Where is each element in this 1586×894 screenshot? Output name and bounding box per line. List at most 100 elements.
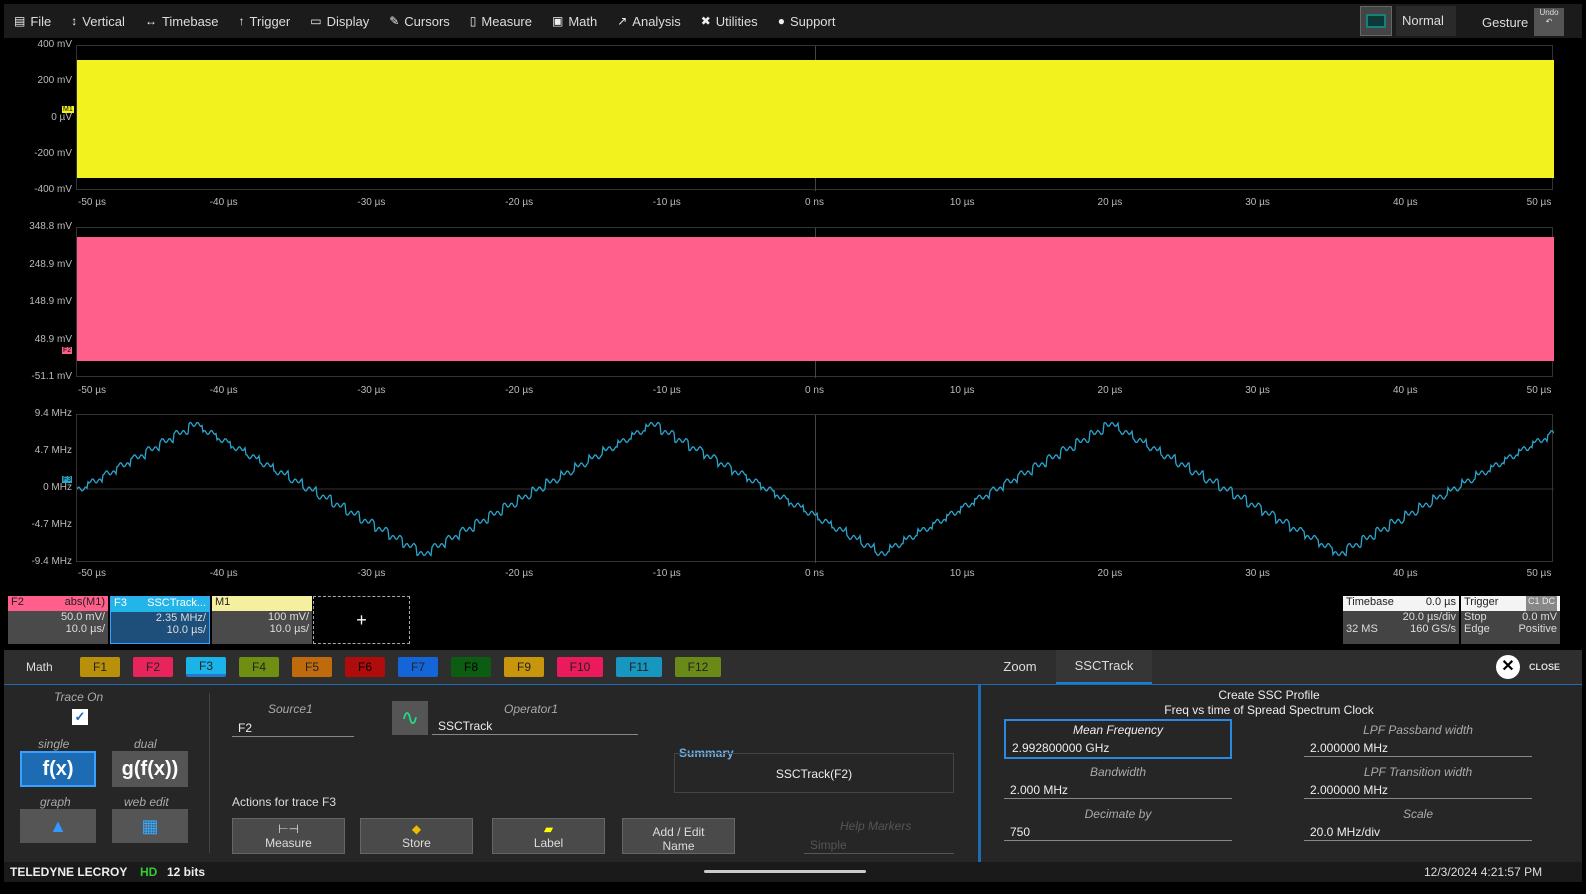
add-trace-button[interactable]: + — [313, 596, 410, 644]
math-tab-f2[interactable]: F2 — [133, 657, 173, 677]
source-select[interactable]: F2 — [232, 719, 354, 737]
descriptor-horizontal-scale: 10.0 µs/ — [269, 623, 309, 635]
x-tick-label: 50 µs — [1526, 385, 1552, 396]
store-icon: ◆ — [411, 822, 422, 836]
trigger-descriptor[interactable]: Trigger C1 DC Stop 0.0 mV Edge Positive — [1461, 596, 1560, 644]
datetime: 12/3/2024 4:21:57 PM — [1424, 865, 1543, 879]
y-tick-label: -400 mV — [34, 184, 72, 195]
math-tab-f1[interactable]: F1 — [80, 657, 120, 677]
menu-cursors[interactable]: ✎ Cursors — [379, 4, 460, 38]
ssc-field-bandwidth[interactable]: 2.000 MHz — [1004, 781, 1232, 799]
y-tick-label: 348.8 mV — [29, 221, 72, 232]
x-tick-label: 10 µs — [949, 197, 975, 208]
menu-analysis[interactable]: ↗ Analysis — [607, 4, 690, 38]
math-tab-f10[interactable]: F10 — [557, 657, 603, 677]
operator-select[interactable]: SSCTrack — [432, 717, 638, 735]
descriptor-function: abs(M1) — [64, 596, 105, 608]
menu-label: Vertical — [82, 13, 125, 29]
menu-vertical[interactable]: ↕ Vertical — [61, 4, 135, 38]
ssctrack-operator-icon: ∿ — [392, 701, 428, 735]
y-tick-label: 148.9 mV — [29, 296, 72, 307]
menu-label: Utilities — [715, 13, 758, 29]
menu-support[interactable]: ● Support — [768, 4, 846, 38]
close-icon[interactable]: ✕ — [1496, 655, 1520, 679]
grid-f3[interactable] — [76, 414, 1555, 563]
menu-bar: ▤ File ↕ Vertical ↔ Timebase ↑ Trigger ▭ Display ✎… — [4, 4, 1582, 38]
menu-trigger[interactable]: ↑ Trigger — [229, 4, 301, 38]
acquisition-mode-select[interactable]: Normal — [1396, 6, 1456, 36]
trigger-source: C1 DC — [1525, 596, 1557, 611]
menu-measure[interactable]: ▯ Measure — [460, 4, 542, 38]
y-tick-label: 48.9 mV — [34, 333, 72, 345]
ssc-field-lpf-transition-width[interactable]: 2.000000 MHz — [1304, 781, 1532, 799]
label-button[interactable]: ▰ Label — [492, 818, 605, 854]
ssc-field-decimate-by[interactable]: 750 — [1004, 823, 1232, 841]
math-tab-f6[interactable]: F6 — [345, 657, 385, 677]
menu-utilities[interactable]: ✖ Utilities — [691, 4, 768, 38]
web-edit-button[interactable]: ▦ — [112, 809, 188, 843]
math-tab-f8[interactable]: F8 — [451, 657, 491, 677]
scroll-handle[interactable] — [704, 870, 866, 873]
math-tab-f7[interactable]: F7 — [398, 657, 438, 677]
trace-descriptor-f2[interactable]: F2 abs(M1) 50.0 mV/10.0 µs/ — [8, 596, 108, 644]
x-tick-label: 40 µs — [1392, 385, 1418, 396]
actions-label: Actions for trace F3 — [232, 795, 337, 809]
web-edit-icon: ▦ — [141, 816, 159, 836]
x-tick-label: -40 µs — [209, 385, 238, 396]
undo-button[interactable]: Undo ↶ — [1534, 8, 1564, 36]
ssc-field-label: LPF Passband width — [1363, 723, 1473, 737]
trace-on-checkbox[interactable]: ✓ — [72, 709, 88, 725]
math-tab-f3[interactable]: F3 — [186, 657, 226, 677]
store-button[interactable]: ◆ Store — [360, 818, 473, 854]
x-tick-label: -50 µs — [78, 385, 106, 396]
x-tick-label: -30 µs — [357, 385, 386, 396]
descriptor-vertical-scale: 50.0 mV/ — [60, 611, 105, 623]
ssc-field-lpf-passband-width[interactable]: 2.000000 MHz — [1304, 739, 1532, 757]
x-tick-label: -50 µs — [78, 197, 106, 208]
trace-descriptor-m1[interactable]: M1 100 mV/10.0 µs/ — [212, 596, 312, 644]
math-tab-f12[interactable]: F12 — [675, 657, 721, 677]
menu-label: File — [30, 13, 52, 29]
close-button[interactable]: CLOSE — [1529, 662, 1560, 672]
ssc-title: Create SSC Profile — [1218, 688, 1320, 702]
divider — [209, 693, 210, 853]
x-tick-label: 0 ns — [805, 197, 824, 208]
graph-button[interactable]: ▲ — [20, 809, 96, 843]
add-edit-name-button[interactable]: Add / Edit Name — [622, 818, 735, 854]
x-tick-label: 20 µs — [1097, 385, 1123, 396]
y-tick-label: 4.7 MHz — [34, 445, 72, 456]
menu-display[interactable]: ▭ Display — [300, 4, 379, 38]
menu-math[interactable]: ▣ Math — [542, 4, 607, 38]
tab-zoom[interactable]: Zoom — [984, 650, 1056, 684]
grid-f2[interactable] — [76, 227, 1554, 378]
trace-descriptor-f3[interactable]: F3 SSCTrack... 2.35 MHz/10.0 µs/ — [110, 596, 210, 644]
dialog-tab-row: Math F1 F2 F3 F4 F5 F6 F7 F8 F9 F10 F11 F12 Zoom SS… — [4, 650, 1582, 684]
source-label: Source1 — [268, 702, 313, 716]
descriptor-horizontal-scale: 10.0 µs/ — [65, 623, 105, 635]
trace-marker-m1[interactable]: M1 — [62, 105, 74, 113]
menu-file[interactable]: ▤ File — [4, 4, 61, 38]
single-function-button[interactable]: f(x) — [20, 751, 96, 787]
graph-label: graph — [40, 795, 71, 809]
dual-function-button[interactable]: g(f(x)) — [112, 751, 188, 787]
layout-grid-icon[interactable] — [1360, 6, 1392, 36]
tab-ssctrack[interactable]: SSCTrack — [1056, 650, 1152, 684]
math-setup-panel: Trace On ✓ single dual f(x) g(f(x)) grap… — [4, 684, 1582, 863]
timebase-descriptor[interactable]: Timebase 0.0 µs 20.0 µs/div 32 MS 160 GS/s — [1343, 596, 1459, 644]
store-label: Store — [402, 836, 431, 850]
timebase-div: 20.0 µs/div — [1402, 611, 1456, 623]
math-tab-f5[interactable]: F5 — [292, 657, 332, 677]
trace-marker-f2[interactable]: F2 — [62, 347, 73, 354]
menu-timebase[interactable]: ↔ Timebase — [135, 4, 229, 38]
trace-marker-f3[interactable]: F3 — [62, 476, 73, 483]
ssc-field-scale[interactable]: 20.0 MHz/div — [1304, 823, 1532, 841]
grid-m1[interactable] — [76, 45, 1554, 191]
math-tab-f9[interactable]: F9 — [504, 657, 544, 677]
x-tick-label: -10 µs — [652, 197, 681, 208]
math-tab-f4[interactable]: F4 — [239, 657, 279, 677]
measure-button[interactable]: ⊢⊣ Measure — [232, 818, 345, 854]
undo-label: Undo — [1539, 8, 1559, 17]
math-tab-f11[interactable]: F11 — [616, 657, 662, 677]
help-markers-select[interactable]: Simple — [804, 836, 954, 854]
menu-label: Measure — [481, 13, 532, 29]
